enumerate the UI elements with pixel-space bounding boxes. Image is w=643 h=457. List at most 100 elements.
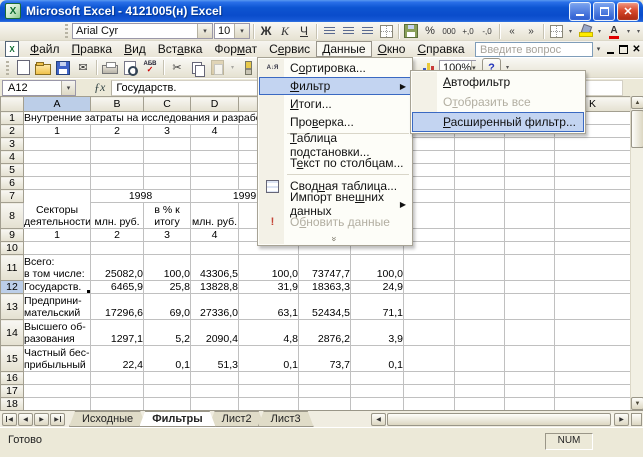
cell[interactable] <box>555 242 631 255</box>
select-all-corner[interactable] <box>1 97 24 112</box>
cell[interactable] <box>144 164 191 177</box>
cell[interactable]: 3 <box>144 229 191 242</box>
cell[interactable] <box>24 151 91 164</box>
cell[interactable] <box>191 151 239 164</box>
menu-edit[interactable]: Правка <box>66 41 119 57</box>
font-color-button[interactable]: А <box>605 23 623 40</box>
chevron-down-icon[interactable]: ▾ <box>197 24 212 38</box>
menu-view[interactable]: Вид <box>118 41 152 57</box>
cell[interactable] <box>239 385 299 398</box>
toolbar-grip[interactable] <box>65 24 68 38</box>
name-box[interactable]: A12 ▾ <box>2 80 76 96</box>
vertical-scrollbar[interactable]: ▲ ▼ <box>630 96 643 410</box>
cell[interactable]: 2 <box>91 229 144 242</box>
cell-sector-header[interactable]: Секторы деятельности <box>24 190 91 229</box>
menu-item-text-to-columns[interactable]: Текст по столбцам... <box>259 154 411 172</box>
spelling-button[interactable]: АБВ ✓ <box>141 59 159 76</box>
tab-list2[interactable]: Лист2 <box>209 411 265 427</box>
menu-tools[interactable]: Сервис <box>263 41 316 57</box>
cell[interactable] <box>505 385 555 398</box>
row-header[interactable]: 13 <box>1 294 24 320</box>
chevron-down-icon[interactable]: ▾ <box>595 23 604 40</box>
cell-total-label[interactable]: Всего: в том числе: <box>24 255 91 281</box>
cell[interactable] <box>191 138 239 151</box>
cell[interactable]: 0,1 <box>351 346 404 372</box>
menu-item-import-external[interactable]: Импорт внешних данных ▶ <box>259 195 411 213</box>
cell[interactable]: Высшего об- разования <box>24 320 91 346</box>
chevron-down-icon[interactable]: ▾ <box>593 45 604 53</box>
vertical-scroll-thumb[interactable] <box>631 110 643 148</box>
cell[interactable]: 2090,4 <box>191 320 239 346</box>
font-name-combo[interactable]: Arial Cyr ▾ <box>72 23 213 39</box>
menu-item-table[interactable]: Таблица подстановки... <box>259 136 411 154</box>
cell[interactable] <box>404 294 455 320</box>
cell[interactable] <box>555 320 631 346</box>
chevron-down-icon[interactable]: ▾ <box>566 23 575 40</box>
mail-button[interactable]: ✉ <box>74 59 92 76</box>
tab-split-handle[interactable] <box>631 413 642 426</box>
cell[interactable] <box>455 346 505 372</box>
cell[interactable] <box>144 242 191 255</box>
align-center-button[interactable] <box>339 23 357 40</box>
tab-list3[interactable]: Лист3 <box>258 411 314 427</box>
cell[interactable] <box>404 346 455 372</box>
cell[interactable] <box>91 177 144 190</box>
cell[interactable] <box>555 372 631 385</box>
cell[interactable]: 4 <box>191 125 239 138</box>
col-header[interactable]: C <box>144 97 191 112</box>
save-button[interactable] <box>54 59 72 76</box>
cell[interactable] <box>144 138 191 151</box>
cell[interactable] <box>455 151 505 164</box>
cell[interactable] <box>505 138 555 151</box>
cell[interactable] <box>299 372 351 385</box>
cell-pct[interactable]: в % к итогу <box>144 203 191 229</box>
decrease-decimal-button[interactable]: -,0 <box>478 23 496 40</box>
restore-button[interactable] <box>593 2 615 21</box>
cell[interactable]: 100,0 <box>144 255 191 281</box>
row-header[interactable]: 7 <box>1 190 24 203</box>
submenu-item-autofilter[interactable]: Автофильтр <box>412 72 584 92</box>
cell[interactable] <box>505 151 555 164</box>
horizontal-scroll-thumb[interactable] <box>387 413 611 426</box>
cell[interactable]: 24,9 <box>351 281 404 294</box>
cell[interactable] <box>455 229 505 242</box>
decrease-indent-button[interactable]: « <box>503 23 521 40</box>
cell[interactable] <box>505 242 555 255</box>
merge-center-button[interactable] <box>377 23 395 40</box>
cell[interactable]: 2876,2 <box>299 320 351 346</box>
cell[interactable] <box>24 164 91 177</box>
cell[interactable]: 4 <box>191 229 239 242</box>
cell[interactable]: 1 <box>24 125 91 138</box>
increase-indent-button[interactable]: » <box>522 23 540 40</box>
row-header[interactable]: 15 <box>1 346 24 372</box>
font-size-combo[interactable]: 10 ▾ <box>214 23 250 39</box>
cell[interactable]: 18363,3 <box>299 281 351 294</box>
cell[interactable] <box>191 372 239 385</box>
menu-window[interactable]: Окно <box>372 41 412 57</box>
submenu-item-advanced-filter[interactable]: Расширенный фильтр... <box>412 112 584 132</box>
cell[interactable] <box>299 398 351 411</box>
currency-button[interactable] <box>402 23 420 40</box>
cell[interactable] <box>505 255 555 281</box>
selected-cell-a12[interactable]: Государств. <box>24 281 91 294</box>
menu-format[interactable]: Формат <box>208 41 263 57</box>
open-button[interactable] <box>34 59 52 76</box>
cell-mln-rub[interactable]: млн. руб. <box>91 203 144 229</box>
cell[interactable]: 6465,9 <box>91 281 144 294</box>
scroll-down-button[interactable]: ▼ <box>631 397 643 410</box>
cell[interactable] <box>404 385 455 398</box>
align-right-button[interactable] <box>358 23 376 40</box>
new-button[interactable] <box>14 59 32 76</box>
cell[interactable] <box>351 372 404 385</box>
cell[interactable] <box>505 294 555 320</box>
chevron-down-icon[interactable]: ▾ <box>624 23 633 40</box>
cell[interactable]: 73,7 <box>299 346 351 372</box>
cell[interactable] <box>191 242 239 255</box>
cell[interactable] <box>191 164 239 177</box>
ask-question-input[interactable]: Введите вопрос <box>475 42 593 57</box>
menu-item-filter[interactable]: Фильтр ▶ <box>259 77 411 95</box>
cell[interactable] <box>144 151 191 164</box>
cell[interactable] <box>144 372 191 385</box>
cell[interactable] <box>24 398 91 411</box>
cell[interactable]: 3,9 <box>351 320 404 346</box>
